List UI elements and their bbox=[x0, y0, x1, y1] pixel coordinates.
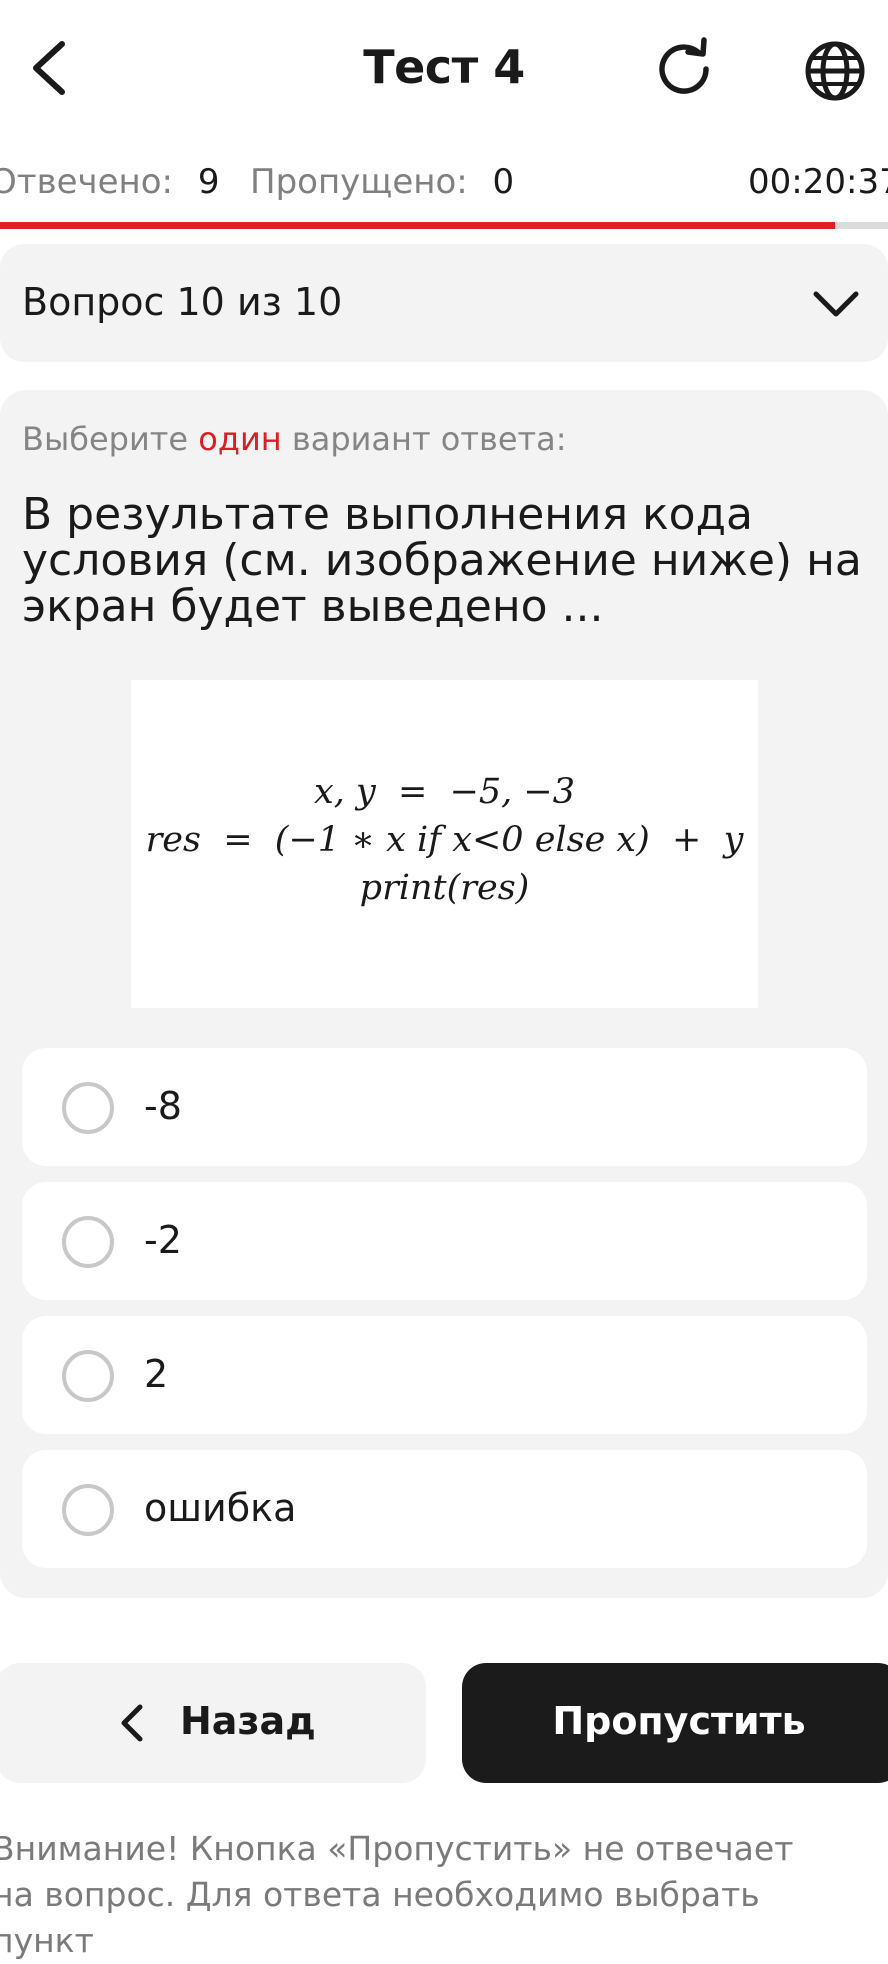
code-image: x, y = −5, −3 res = (−1 ∗ x if x<0 else … bbox=[131, 680, 758, 1008]
app-header: Тест 4 bbox=[0, 0, 888, 140]
back-button-label: Назад bbox=[180, 1699, 316, 1743]
instruction-after: вариант ответа: bbox=[281, 420, 567, 458]
code-line-1: x, y = −5, −3 bbox=[313, 772, 576, 812]
option-label: ошибка bbox=[144, 1486, 297, 1530]
answered-label: Отвечено: bbox=[0, 162, 174, 202]
radio-button[interactable] bbox=[62, 1350, 114, 1402]
radio-button[interactable] bbox=[62, 1484, 114, 1536]
skip-button[interactable]: Пропустить bbox=[462, 1663, 888, 1783]
question-selector[interactable]: Вопрос 10 из 10 bbox=[0, 244, 888, 362]
chevron-down-icon bbox=[813, 291, 859, 317]
question-text: В результате выполнения кода условия (см… bbox=[22, 489, 862, 632]
option-label: 2 bbox=[144, 1352, 169, 1396]
option-label: -8 bbox=[144, 1084, 182, 1128]
answered-stat: Отвечено: 9 bbox=[0, 162, 219, 202]
radio-button[interactable] bbox=[62, 1082, 114, 1134]
skipped-stat: Пропущено: 0 bbox=[250, 162, 514, 202]
radio-button[interactable] bbox=[62, 1216, 114, 1268]
answer-option[interactable]: -8 bbox=[22, 1048, 867, 1166]
skip-notice: Внимание! Кнопка «Пропустить» не отвечае… bbox=[0, 1826, 872, 1964]
code-line-2: res = (−1 ∗ x if x<0 else x) + y bbox=[145, 820, 744, 860]
notice-line-2: на вопрос. Для ответа необходимо выбрать… bbox=[0, 1875, 760, 1960]
skipped-label: Пропущено: bbox=[250, 162, 468, 202]
answered-count: 9 bbox=[197, 162, 220, 202]
timer: 00:20:37 bbox=[748, 162, 888, 202]
instruction-accent: один bbox=[198, 420, 282, 458]
question-card: Выберите один вариант ответа: В результа… bbox=[0, 390, 888, 1598]
notice-line-1: Внимание! Кнопка «Пропустить» не отвечае… bbox=[0, 1829, 794, 1868]
refresh-icon[interactable] bbox=[652, 36, 718, 102]
answer-option[interactable]: ошибка bbox=[22, 1450, 867, 1568]
code-line-3: print(res) bbox=[359, 868, 530, 908]
progress-bar bbox=[0, 222, 888, 229]
chevron-left-icon bbox=[121, 1704, 143, 1742]
question-number: Вопрос 10 из 10 bbox=[22, 280, 343, 324]
page-title: Тест 4 bbox=[363, 40, 525, 94]
answer-option[interactable]: -2 bbox=[22, 1182, 867, 1300]
skip-button-label: Пропустить bbox=[552, 1699, 806, 1743]
instruction-before: Выберите bbox=[22, 420, 199, 458]
answer-option[interactable]: 2 bbox=[22, 1316, 867, 1434]
instruction-text: Выберите один вариант ответа: bbox=[22, 420, 567, 458]
option-label: -2 bbox=[144, 1218, 182, 1262]
progress-fill bbox=[0, 222, 835, 229]
back-button[interactable]: Назад bbox=[0, 1663, 426, 1783]
globe-icon[interactable] bbox=[804, 40, 866, 102]
skipped-count: 0 bbox=[492, 162, 515, 202]
